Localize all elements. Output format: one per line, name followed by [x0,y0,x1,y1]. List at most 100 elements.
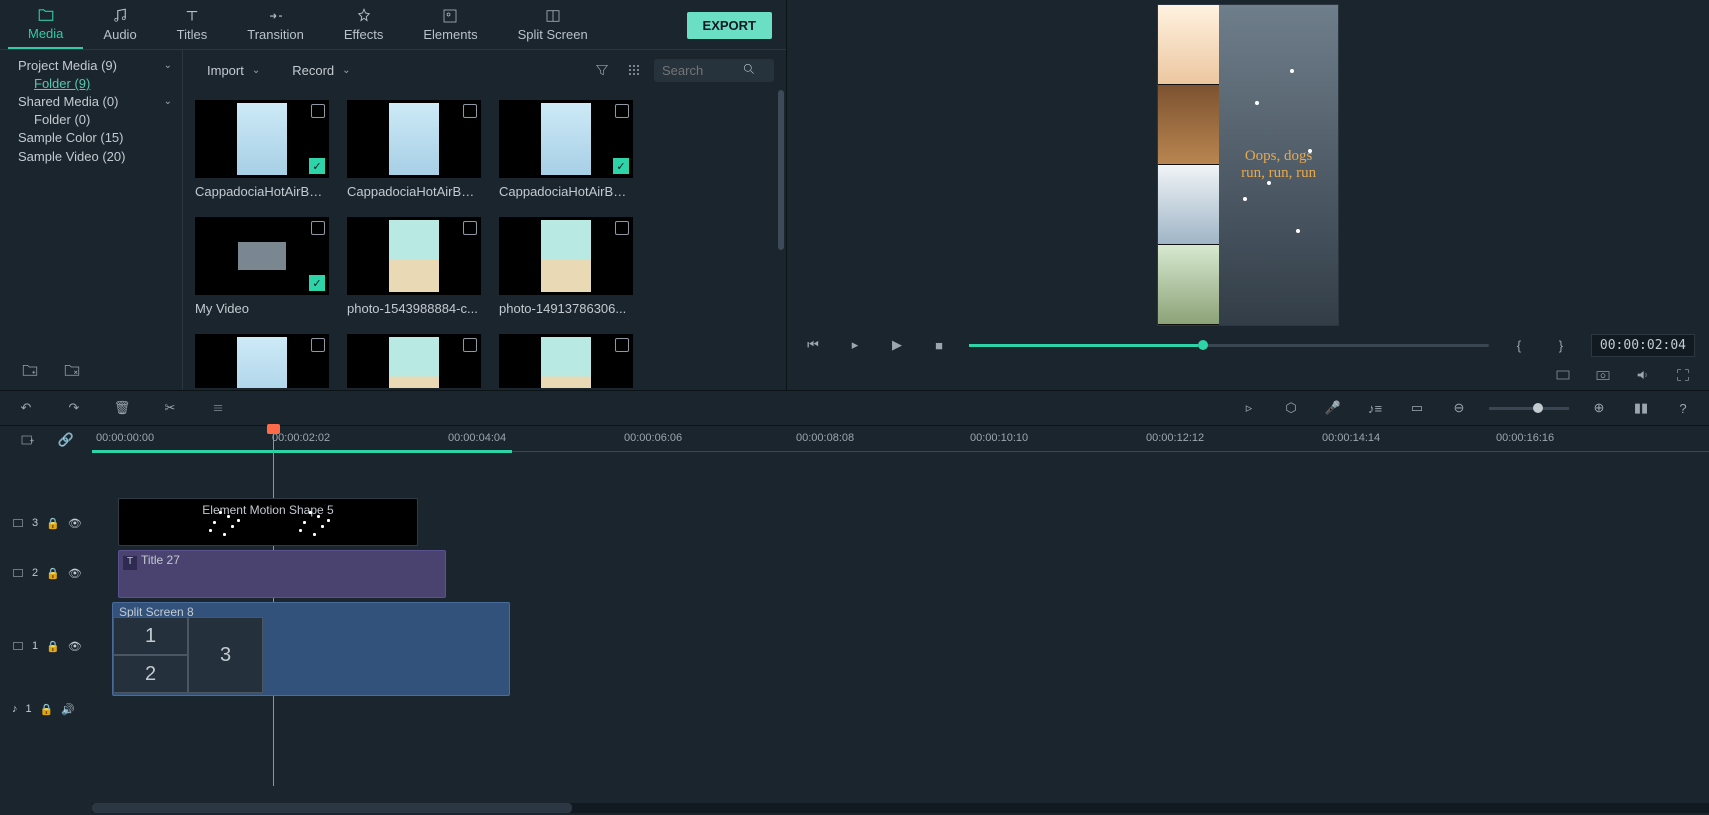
undo-icon[interactable]: ↶ [14,396,38,420]
marker-icon[interactable]: ⬡ [1279,396,1303,420]
ruler-tick: 00:00:10:10 [970,432,1028,444]
speaker-icon[interactable]: 🔊 [61,703,75,716]
media-item[interactable] [195,334,329,388]
ruler-tick: 00:00:04:04 [448,432,506,444]
import-dropdown[interactable]: Import⌄ [195,59,272,82]
track-header-3[interactable]: 3🔒👁 [0,498,92,548]
ruler-tick: 00:00:16:16 [1496,432,1554,444]
media-item[interactable] [499,334,633,388]
title-type-icon: T [123,556,137,570]
ruler-tick: 00:00:08:08 [796,432,854,444]
new-folder-icon[interactable] [18,358,42,382]
media-item[interactable]: ✓My Video [195,217,329,316]
add-track-icon[interactable] [16,428,40,452]
timeline-view-icon[interactable]: ▮▮ [1629,396,1653,420]
export-button[interactable]: EXPORT [687,12,772,39]
fullscreen-icon[interactable] [1671,363,1695,387]
tab-splitscreen-label: Split Screen [518,27,588,42]
chevron-down-icon: ⌄ [164,60,172,71]
tree-sample-color[interactable]: Sample Color (15) [0,128,182,147]
clip-element-motion[interactable]: Element Motion Shape 5 [118,498,418,546]
tab-transition[interactable]: Transition [227,1,324,49]
voiceover-icon[interactable]: 🎤 [1321,396,1345,420]
ruler-tick: 00:00:06:06 [624,432,682,444]
search-field[interactable] [662,63,742,78]
track-header-1v[interactable]: 1🔒👁 [0,598,92,694]
zoom-out-icon[interactable]: ⊖ [1447,396,1471,420]
tree-project-media[interactable]: Project Media (9)⌄ [0,56,182,75]
audio-mixer-icon[interactable]: ♪≡ [1363,396,1387,420]
image-type-icon [463,338,477,352]
render-icon[interactable]: ▹ [1237,396,1261,420]
tab-transition-label: Transition [247,27,304,42]
play-icon[interactable]: ▶ [885,333,909,357]
tree-sample-video[interactable]: Sample Video (20) [0,147,182,166]
search-input[interactable] [654,59,774,82]
prev-frame-icon[interactable]: ⏮ [801,333,825,357]
media-item[interactable]: photo-14913786306... [499,217,633,316]
timeline-hscrollbar[interactable] [92,803,1709,813]
lock-icon[interactable]: 🔒 [46,517,60,530]
lock-icon[interactable]: 🔒 [40,703,54,716]
checked-icon: ✓ [309,158,325,174]
image-type-icon [311,338,325,352]
media-item[interactable]: photo-1543988884-c... [347,217,481,316]
filter-icon[interactable] [590,58,614,82]
clip-title-27[interactable]: TTitle 27 [118,550,446,598]
volume-icon[interactable] [1631,363,1655,387]
eye-icon[interactable]: 👁 [68,567,82,580]
split-icon[interactable]: ✂ [158,396,182,420]
eye-icon[interactable]: 👁 [68,640,82,653]
snapshot-icon[interactable] [1591,363,1615,387]
lock-icon[interactable]: 🔒 [46,567,60,580]
ruler-tick: 00:00:00:00 [96,432,154,444]
crop-icon[interactable] [206,396,230,420]
tree-shared-media[interactable]: Shared Media (0)⌄ [0,92,182,111]
preview-progress[interactable] [969,344,1489,347]
help-icon[interactable]: ? [1671,396,1695,420]
stop-icon[interactable]: ■ [927,333,951,357]
lock-icon[interactable]: 🔒 [46,640,60,653]
checked-icon: ✓ [613,158,629,174]
mark-out-icon[interactable]: } [1549,333,1573,357]
tab-elements[interactable]: Elements [403,1,497,49]
tab-titles[interactable]: Titles [157,1,228,49]
grid-view-icon[interactable] [622,58,646,82]
fit-icon[interactable]: ▭ [1405,396,1429,420]
tab-media[interactable]: Media [8,1,83,49]
media-item[interactable] [347,334,481,388]
quality-icon[interactable] [1551,363,1575,387]
media-item[interactable]: CappadociaHotAirBall... [347,100,481,199]
checked-icon: ✓ [309,275,325,291]
tab-elements-label: Elements [423,27,477,42]
tab-media-label: Media [28,26,63,41]
zoom-in-icon[interactable]: ⊕ [1587,396,1611,420]
delete-icon[interactable]: 🗑 [110,396,134,420]
redo-icon[interactable]: ↷ [62,396,86,420]
ruler-tick: 00:00:12:12 [1146,432,1204,444]
eye-icon[interactable]: 👁 [68,517,82,530]
time-ruler[interactable]: 00:00:00:00 00:00:02:02 00:00:04:04 00:0… [92,426,1709,454]
tab-effects[interactable]: Effects [324,1,404,49]
delete-folder-icon[interactable] [60,358,84,382]
image-type-icon [311,104,325,118]
media-item[interactable]: ✓CappadociaHotAirBall... [195,100,329,199]
media-scrollbar[interactable] [778,90,784,250]
preview-canvas: Oops, dogs run, run, run [787,0,1709,330]
tree-folder-0[interactable]: Folder (0) [0,111,182,128]
link-icon[interactable]: 🔗 [54,428,78,452]
clip-split-screen-8[interactable]: Split Screen 8 1 3 2 [112,602,510,696]
image-type-icon [615,104,629,118]
track-header-1a[interactable]: ♪1🔒🔊 [0,694,92,724]
play-back-icon[interactable]: ▸ [843,333,867,357]
media-sidebar: Project Media (9)⌄ Folder (9) Shared Med… [0,50,182,172]
tree-folder-9[interactable]: Folder (9) [0,75,182,92]
mark-in-icon[interactable]: { [1507,333,1531,357]
record-dropdown[interactable]: Record⌄ [280,59,362,82]
tab-splitscreen[interactable]: Split Screen [498,1,608,49]
tab-audio[interactable]: Audio [83,1,156,49]
zoom-slider[interactable] [1489,407,1569,410]
media-item[interactable]: ✓CappadociaHotAirBall... [499,100,633,199]
image-type-icon [615,221,629,235]
track-header-2[interactable]: 2🔒👁 [0,548,92,598]
